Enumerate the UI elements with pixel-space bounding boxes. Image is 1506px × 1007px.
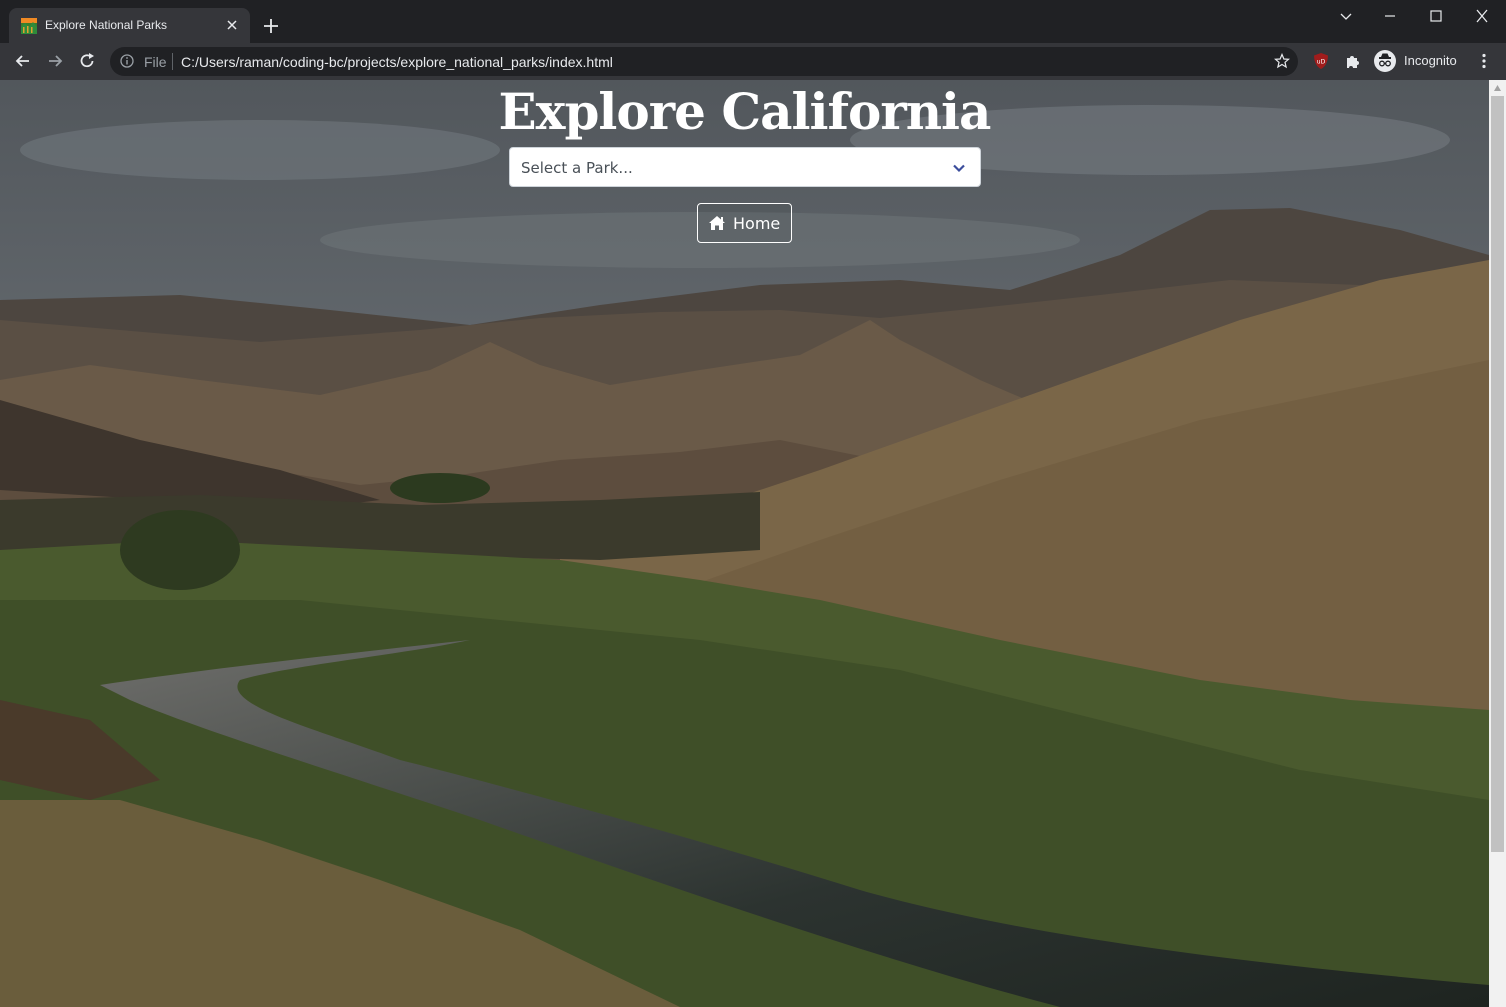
minimize-icon[interactable]: [1380, 8, 1400, 24]
extensions-icon[interactable]: [1344, 52, 1362, 70]
browser-toolbar: File C:/Users/raman/coding-bc/projects/e…: [0, 43, 1506, 80]
svg-text:uD: uD: [1317, 59, 1326, 66]
omnibox-divider: [172, 53, 173, 70]
bookmark-star-icon[interactable]: [1274, 53, 1290, 69]
page-viewport: Explore California Select a Park... Home: [0, 80, 1489, 1007]
home-button[interactable]: Home: [697, 203, 792, 243]
info-icon[interactable]: [120, 54, 134, 68]
new-tab-icon[interactable]: [262, 17, 280, 35]
park-select[interactable]: Select a Park...: [509, 147, 981, 187]
park-select-value: Select a Park...: [521, 159, 633, 177]
scrollbar-thumb[interactable]: [1491, 96, 1504, 852]
url-text[interactable]: C:/Users/raman/coding-bc/projects/explor…: [181, 54, 613, 70]
incognito-label: Incognito: [1404, 53, 1457, 68]
tab-search-icon[interactable]: [1336, 8, 1356, 24]
back-icon[interactable]: [13, 51, 33, 71]
tab-title: Explore National Parks: [45, 18, 168, 32]
favicon-icon: [21, 18, 37, 34]
home-icon: [709, 216, 725, 230]
incognito-profile-button[interactable]: Incognito: [1372, 48, 1464, 74]
chevron-down-icon: [953, 164, 965, 173]
page-title: Explore California: [498, 82, 992, 141]
maximize-icon[interactable]: [1426, 8, 1446, 24]
menu-icon[interactable]: [1476, 52, 1492, 70]
scroll-up-arrow-icon[interactable]: [1493, 84, 1502, 92]
browser-tab[interactable]: Explore National Parks: [9, 8, 250, 43]
address-bar[interactable]: File C:/Users/raman/coding-bc/projects/e…: [110, 47, 1298, 76]
home-button-label: Home: [733, 214, 781, 233]
tab-strip: Explore National Parks: [0, 0, 1506, 43]
ublock-icon[interactable]: uD: [1313, 52, 1329, 70]
incognito-icon: [1374, 50, 1396, 72]
scheme-label: File: [144, 54, 167, 70]
reload-icon[interactable]: [77, 51, 97, 71]
forward-icon[interactable]: [45, 51, 65, 71]
close-window-icon[interactable]: [1472, 8, 1492, 24]
close-tab-icon[interactable]: [224, 17, 240, 33]
